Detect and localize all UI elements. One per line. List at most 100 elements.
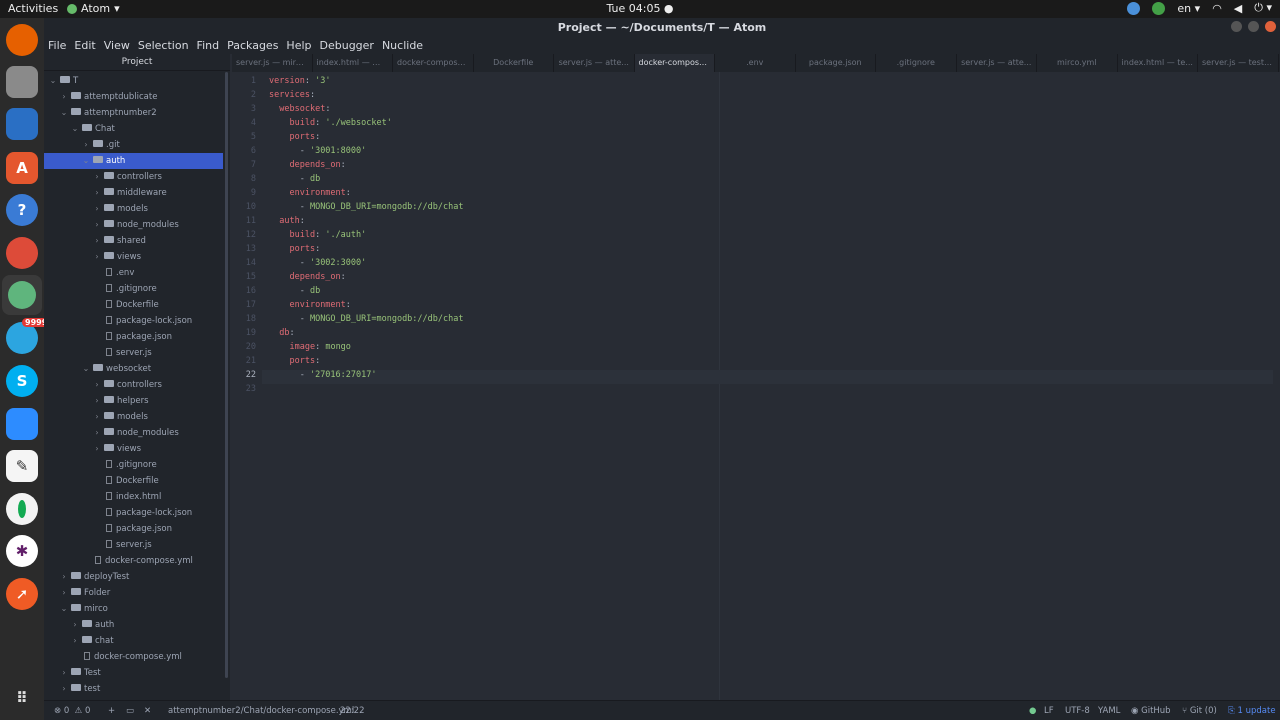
menu-file[interactable]: File (48, 39, 66, 52)
text-editor-icon[interactable]: ✎ (6, 450, 38, 482)
show-applications-icon[interactable]: ⠿ (6, 682, 38, 714)
tree-file[interactable]: package.json (44, 329, 223, 345)
menu-nuclide[interactable]: Nuclide (382, 39, 423, 52)
tree-file[interactable]: server.js (44, 537, 223, 553)
chevron-right-icon[interactable]: › (93, 233, 101, 249)
tree-file[interactable]: package-lock.json (44, 313, 223, 329)
chrome-icon[interactable] (6, 237, 38, 269)
editor-tab[interactable]: docker-compose... (393, 54, 474, 72)
tree-file[interactable]: .gitignore (44, 281, 223, 297)
tree-file[interactable]: index.html (44, 489, 223, 505)
tree-folder[interactable]: ⌄ mirco (44, 601, 223, 617)
grammar-selector[interactable]: YAML (1098, 706, 1120, 716)
update-tray-icon[interactable] (1127, 1, 1141, 15)
tree-folder[interactable]: › chat (44, 633, 223, 649)
git-button[interactable]: ⑂ Git (0) (1182, 706, 1217, 716)
tree-folder[interactable]: › node_modules (44, 425, 223, 441)
postman-icon[interactable]: ➚ (6, 578, 38, 610)
tree-folder[interactable]: › views (44, 441, 223, 457)
tree-file[interactable]: package-lock.json (44, 505, 223, 521)
clock[interactable]: Tue 04:05 ● (540, 2, 740, 15)
chevron-right-icon[interactable]: › (93, 201, 101, 217)
tree-folder[interactable]: ⌄ Chat (44, 121, 223, 137)
language-indicator[interactable]: en ▾ (1177, 2, 1200, 15)
chevron-down-icon[interactable]: ⌄ (71, 121, 79, 137)
chevron-right-icon[interactable]: › (93, 441, 101, 457)
atom-icon[interactable] (2, 275, 42, 315)
editor-tab[interactable]: docker-compose.... (634, 54, 715, 72)
editor-tab[interactable]: .env (715, 54, 796, 72)
editor-tab[interactable]: .gitignore (876, 54, 957, 72)
tree-folder[interactable]: › helpers (44, 393, 223, 409)
diagnostics-indicator[interactable]: ⊗ 0 ⚠ 0 (54, 706, 90, 716)
editor-tab[interactable]: server.js — atte... (957, 54, 1037, 72)
editor-tab[interactable]: server.js — mirc... (232, 54, 313, 72)
editor-tab[interactable]: index.html — te... (1118, 54, 1198, 72)
tree-folder[interactable]: › controllers (44, 169, 223, 185)
chevron-down-icon[interactable]: ⌄ (82, 361, 90, 377)
file-path[interactable]: attemptnumber2/Chat/docker-compose.yml (168, 706, 354, 716)
telegram-icon[interactable]: 9999 (6, 318, 51, 354)
tree-folder[interactable]: › controllers (44, 377, 223, 393)
check-tray-icon[interactable] (1152, 1, 1166, 15)
tree-file[interactable]: docker-compose.yml (44, 553, 223, 569)
menu-view[interactable]: View (104, 39, 130, 52)
tree-folder[interactable]: › .git (44, 137, 223, 153)
tree-file[interactable]: package.json (44, 521, 223, 537)
tree-folder[interactable]: › Folder (44, 585, 223, 601)
software-center-icon[interactable]: A (6, 152, 38, 184)
chevron-right-icon[interactable]: › (93, 409, 101, 425)
app-menu[interactable]: Atom ▾ (67, 2, 120, 15)
activities-button[interactable]: Activities (8, 2, 58, 15)
encoding-selector[interactable]: UTF-8 (1065, 706, 1090, 716)
help-icon[interactable]: ? (6, 194, 38, 226)
files-icon[interactable] (6, 66, 38, 98)
power-icon[interactable]: ⏻ ▾ (1254, 1, 1272, 15)
tree-folder[interactable]: › models (44, 409, 223, 425)
chevron-right-icon[interactable]: › (93, 425, 101, 441)
chevron-right-icon[interactable]: › (60, 681, 68, 697)
chevron-right-icon[interactable]: › (60, 665, 68, 681)
chevron-right-icon[interactable]: › (60, 89, 68, 105)
chevron-down-icon[interactable]: ⌄ (60, 105, 68, 121)
chevron-down-icon[interactable]: ⌄ (82, 153, 90, 169)
skype-icon[interactable]: S (6, 365, 38, 397)
tree-folder[interactable]: › middleware (44, 185, 223, 201)
tree-folder[interactable]: › deployTest (44, 569, 223, 585)
chevron-right-icon[interactable]: › (93, 185, 101, 201)
maximize-icon[interactable] (1248, 21, 1259, 32)
tree-file[interactable]: .env (44, 265, 223, 281)
close-icon[interactable] (1265, 21, 1276, 32)
menu-edit[interactable]: Edit (74, 39, 95, 52)
tree-folder[interactable]: ⌄ auth (44, 153, 223, 169)
tree-folder[interactable]: ⌄ websocket (44, 361, 223, 377)
menu-help[interactable]: Help (286, 39, 311, 52)
chevron-right-icon[interactable]: › (93, 377, 101, 393)
editor-tab[interactable]: index.html — mi... (313, 54, 393, 72)
minimize-icon[interactable] (1231, 21, 1242, 32)
add-icon[interactable]: + (108, 706, 115, 716)
chevron-right-icon[interactable]: › (71, 633, 79, 649)
menu-find[interactable]: Find (197, 39, 220, 52)
tree-file[interactable]: server.js (44, 345, 223, 361)
editor-tab[interactable]: server.js — atte... (554, 54, 635, 72)
chevron-right-icon[interactable]: › (93, 249, 101, 265)
chevron-down-icon[interactable]: ⌄ (60, 601, 68, 617)
volume-icon[interactable]: ◀ (1234, 2, 1242, 15)
editor-tab[interactable]: Dockerfile (474, 54, 554, 72)
tree-file[interactable]: .gitignore (44, 457, 223, 473)
terminal-icon[interactable]: ▭ (126, 706, 134, 716)
tree-folder[interactable]: ⌄ T (44, 73, 223, 89)
update-button[interactable]: ⎘ 1 update (1228, 706, 1276, 716)
tree-scrollbar[interactable] (225, 72, 228, 678)
chevron-right-icon[interactable]: › (93, 169, 101, 185)
chevron-right-icon[interactable]: › (60, 569, 68, 585)
tree-folder[interactable]: ⌄ attemptnumber2 (44, 105, 223, 121)
firefox-icon[interactable] (6, 24, 38, 56)
writer-icon[interactable] (6, 108, 38, 140)
tree-folder[interactable]: › views (44, 249, 223, 265)
chevron-down-icon[interactable]: ⌄ (49, 73, 57, 89)
tree-folder[interactable]: › models (44, 201, 223, 217)
chevron-right-icon[interactable]: › (82, 137, 90, 153)
cursor-position[interactable]: 22:22 (340, 706, 365, 716)
